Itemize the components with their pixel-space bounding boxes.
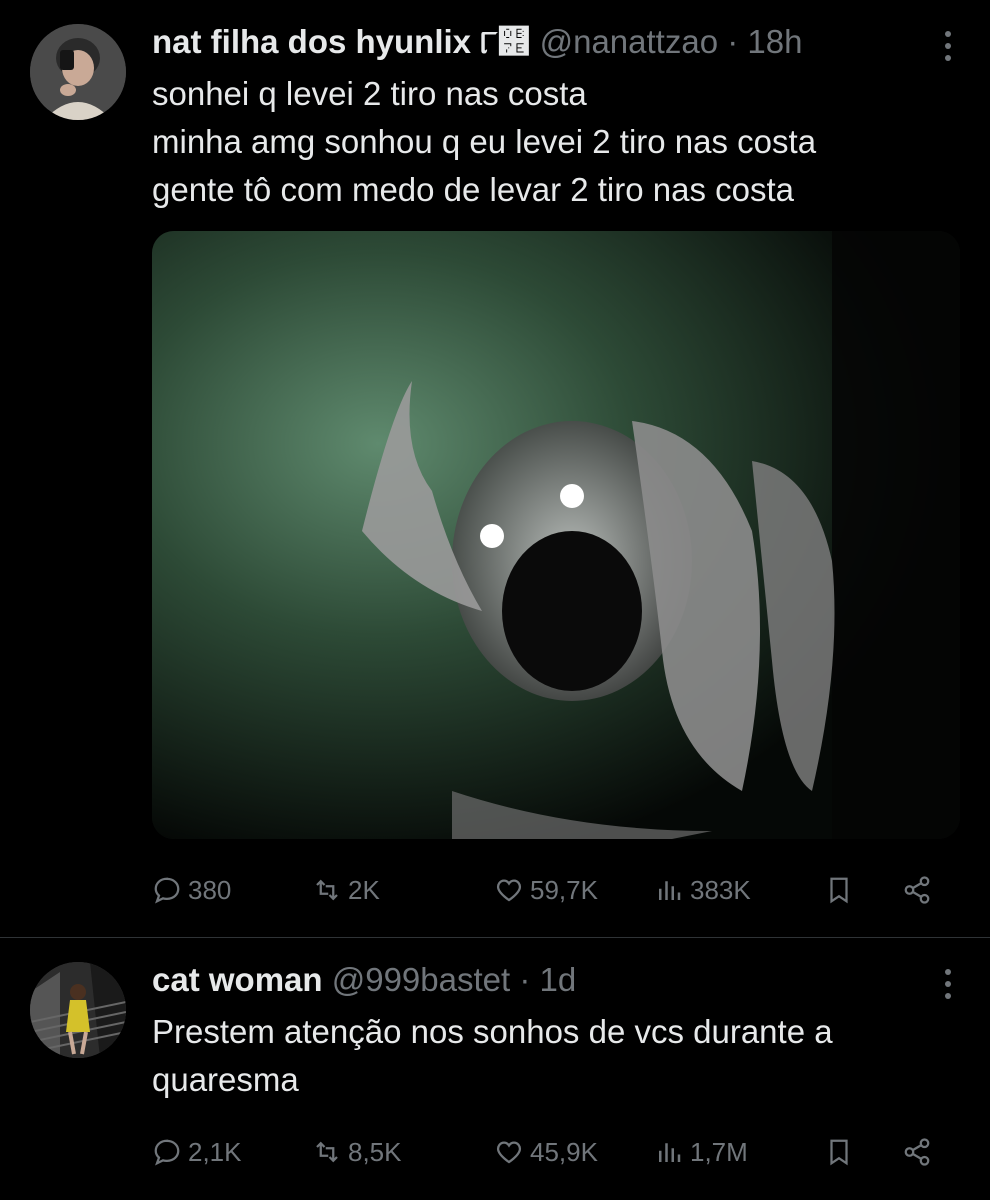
views-icon — [659, 1143, 681, 1162]
views-icon — [659, 881, 681, 900]
timestamp[interactable]: 18h — [747, 23, 802, 60]
action-bar: 380 2K 59,7K 383K — [152, 870, 952, 910]
share-button[interactable] — [902, 870, 932, 910]
avatar[interactable] — [30, 24, 126, 120]
dot-separator: · — [727, 23, 739, 60]
like-count: 45,9K — [530, 1136, 598, 1167]
reply-icon — [154, 877, 180, 904]
like-button[interactable]: 59,7K — [494, 870, 598, 910]
handle[interactable]: @999bastet — [332, 961, 510, 998]
tweet-line: minha amg sonhou q eu levei 2 tiro nas c… — [152, 123, 817, 160]
tweet-line: sonhei q levei 2 tiro nas costa — [152, 75, 587, 112]
timestamp[interactable]: 1d — [540, 961, 577, 998]
repost-icon — [316, 879, 338, 901]
repost-icon — [316, 1141, 338, 1163]
share-icon — [904, 876, 930, 904]
bookmark-button[interactable] — [824, 1132, 854, 1172]
reply-button[interactable]: 2,1K — [152, 1132, 242, 1172]
reply-button[interactable]: 380 — [152, 870, 231, 910]
views-count: 1,7M — [690, 1136, 748, 1167]
share-icon — [904, 1138, 930, 1166]
avatar[interactable] — [30, 962, 126, 1058]
repost-count: 8,5K — [348, 1136, 402, 1167]
tweet-header: nat filha dos hyunlix ୮୾ @nanattzao · 18… — [152, 20, 802, 64]
bookmark-icon — [830, 1139, 848, 1166]
tweet-image[interactable] — [152, 231, 960, 839]
display-name[interactable]: cat woman — [152, 961, 323, 998]
action-bar: 2,1K 8,5K 45,9K 1,7M — [152, 1132, 952, 1172]
tweet-line: quaresma — [152, 1061, 299, 1098]
tweet[interactable]: nat filha dos hyunlix ୮୾ @nanattzao · 18… — [0, 0, 990, 937]
views-button[interactable]: 1,7M — [654, 1132, 748, 1172]
bookmark-icon — [830, 877, 848, 904]
views-count: 383K — [690, 874, 751, 905]
tweet-line: Prestem atenção nos sonhos de vcs durant… — [152, 1013, 833, 1050]
tweet-header: cat woman @999bastet · 1d — [152, 958, 576, 1002]
repost-button[interactable]: 2K — [312, 870, 380, 910]
reply-icon — [154, 1139, 180, 1166]
repost-button[interactable]: 8,5K — [312, 1132, 402, 1172]
handle[interactable]: @nanattzao — [540, 23, 718, 60]
like-button[interactable]: 45,9K — [494, 1132, 598, 1172]
tweet-text: sonhei q levei 2 tiro nas costa minha am… — [152, 70, 972, 214]
heart-icon — [496, 879, 522, 902]
tweet[interactable]: cat woman @999bastet · 1d Prestem atençã… — [0, 938, 990, 1200]
display-name[interactable]: nat filha dos hyunlix ୮୾ — [152, 23, 530, 60]
more-icon[interactable] — [942, 966, 954, 1002]
views-button[interactable]: 383K — [654, 870, 751, 910]
share-button[interactable] — [902, 1132, 932, 1172]
bookmark-button[interactable] — [824, 870, 854, 910]
dot-separator: · — [519, 961, 531, 998]
reply-count: 2,1K — [188, 1136, 242, 1167]
like-count: 59,7K — [530, 874, 598, 905]
more-icon[interactable] — [942, 28, 954, 64]
repost-count: 2K — [348, 874, 380, 905]
reply-count: 380 — [188, 874, 232, 905]
tweet-line: gente tô com medo de levar 2 tiro nas co… — [152, 171, 795, 208]
tweet-text: Prestem atenção nos sonhos de vcs durant… — [152, 1008, 972, 1104]
heart-icon — [496, 1141, 522, 1164]
